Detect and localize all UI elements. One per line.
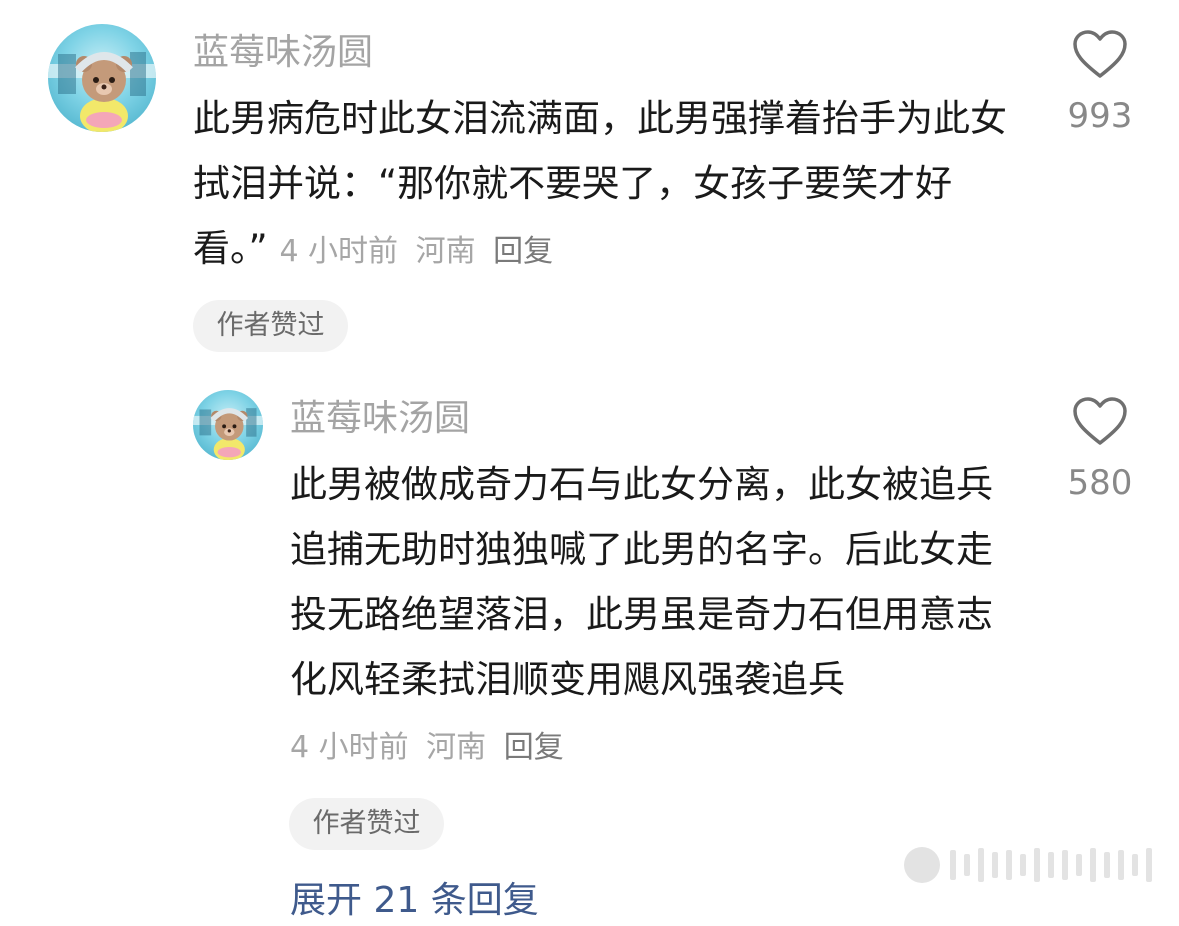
comment-meta: 4 小时前 河南 回复 [279, 234, 553, 269]
avatar[interactable] [48, 24, 156, 132]
username[interactable]: 蓝莓味汤圆 [290, 394, 470, 444]
heart-icon[interactable] [1072, 30, 1128, 80]
bear-avatar-icon [48, 52, 156, 132]
author-liked-badge: 作者赞过 [193, 300, 348, 352]
like-count: 993 [1067, 96, 1133, 136]
comment-text: 此男病危时此女泪流满面，此男强撑着抬手为此女拭泪并说：“那你就不要哭了，女孩子要… [193, 86, 1023, 284]
like-count: 580 [1067, 463, 1133, 503]
reply-body: 此男被做成奇力石与此女分离，此女被追兵追捕无助时独独喊了此男的名字。后此女走投无… [290, 463, 993, 701]
like-column: 580 [1040, 397, 1160, 503]
bear-avatar-icon [193, 408, 263, 460]
reply-meta: 4 小时前 河南 回复 [290, 730, 564, 765]
comment-time: 4 小时前 [279, 234, 399, 269]
heart-icon[interactable] [1072, 397, 1128, 447]
expand-replies-link[interactable]: 展开 21 条回复 [290, 876, 539, 926]
comment-location: 河南 [415, 234, 476, 269]
reply-button[interactable]: 回复 [504, 730, 564, 765]
username[interactable]: 蓝莓味汤圆 [193, 28, 373, 78]
like-column: 993 [1040, 30, 1160, 136]
reply-text: 此男被做成奇力石与此女分离，此女被追兵追捕无助时独独喊了此男的名字。后此女走投无… [290, 452, 1020, 780]
author-liked-badge: 作者赞过 [289, 798, 444, 850]
avatar[interactable] [193, 390, 263, 460]
reply-button[interactable]: 回复 [493, 234, 553, 269]
reply-time: 4 小时前 [290, 730, 409, 765]
watermark-icon [904, 847, 1152, 883]
reply-location: 河南 [426, 730, 487, 765]
